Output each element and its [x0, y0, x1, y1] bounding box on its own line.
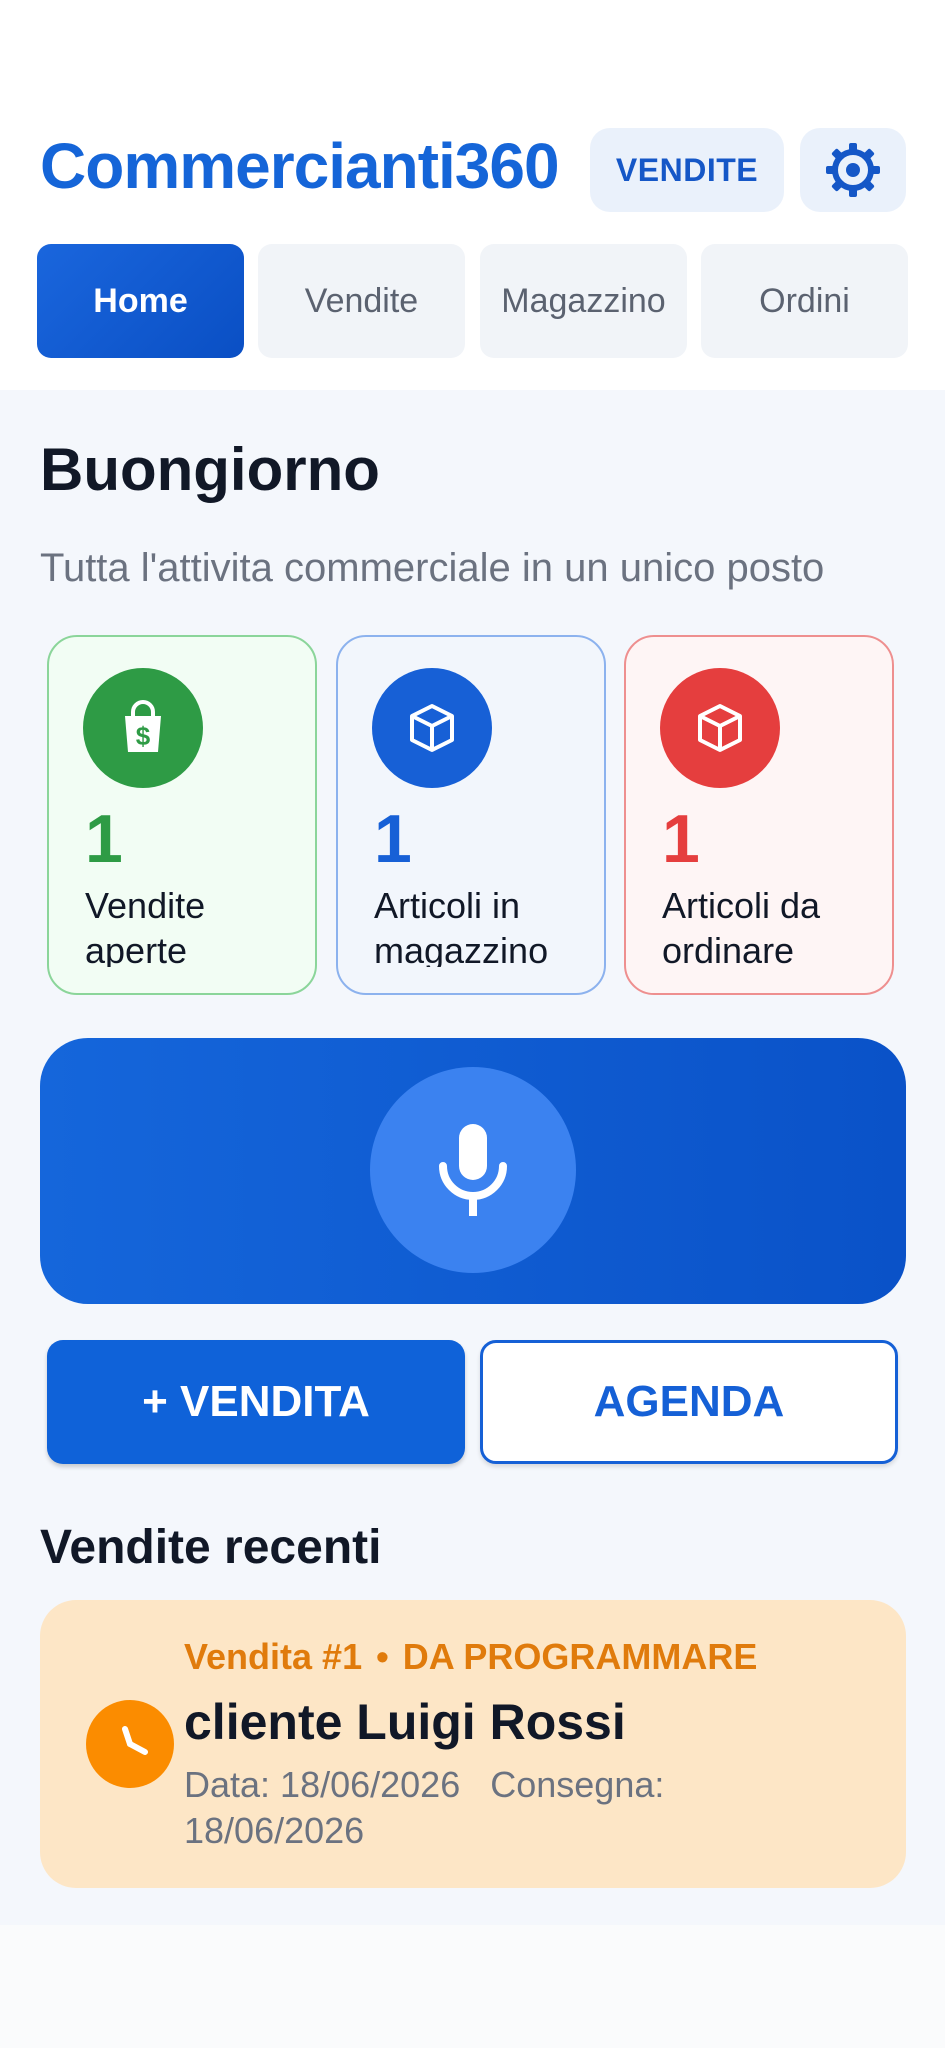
app-header: Commercianti360 VENDITE Home Vendite Mag… — [0, 0, 945, 390]
stat-card-open-sales[interactable]: $ 1 Vendite aperte — [47, 635, 317, 995]
settings-button[interactable] — [800, 128, 906, 212]
box-icon — [660, 668, 780, 788]
separator-dot: • — [376, 1636, 389, 1677]
microphone-button[interactable] — [370, 1067, 576, 1273]
voice-input-panel[interactable] — [40, 1038, 906, 1304]
stat-card-to-order[interactable]: 1 Articoli da ordinare — [624, 635, 894, 995]
tab-ordini[interactable]: Ordini — [701, 244, 908, 358]
stat-label: Articoli da ordinare — [662, 885, 821, 967]
bottom-spacer — [0, 1925, 945, 2048]
sale-date: Data: 18/06/2026 — [184, 1764, 461, 1805]
sale-client: cliente Luigi Rossi — [184, 1694, 626, 1750]
tab-vendite[interactable]: Vendite — [258, 244, 465, 358]
sale-meta: Vendita #1 • DA PROGRAMMARE — [184, 1634, 757, 1680]
sale-number: Vendita #1 — [184, 1636, 363, 1677]
sale-status: DA PROGRAMMARE — [402, 1636, 758, 1677]
greeting-title: Buongiorno — [40, 436, 380, 503]
greeting-subtitle: Tutta l'attivita commerciale in un unico… — [40, 546, 825, 590]
tab-magazzino[interactable]: Magazzino — [480, 244, 687, 358]
agenda-button[interactable]: AGENDA — [480, 1340, 898, 1464]
gear-icon — [826, 143, 880, 197]
stat-value: 1 — [662, 801, 700, 877]
shopping-bag-dollar-icon: $ — [83, 668, 203, 788]
new-sale-button[interactable]: + VENDITA — [47, 1340, 465, 1464]
sale-list-item[interactable]: Vendita #1 • DA PROGRAMMARE cliente Luigi … — [40, 1600, 906, 1888]
stat-label: Vendite aperte — [85, 885, 206, 967]
tab-home[interactable]: Home — [37, 244, 244, 358]
mode-button[interactable]: VENDITE — [590, 128, 784, 212]
stat-value: 1 — [85, 801, 123, 877]
sale-dates: Data: 18/06/2026 Consegna: 18/06/2026 — [184, 1762, 744, 1854]
box-icon — [372, 668, 492, 788]
stat-card-stock-items[interactable]: 1 Articoli in magazzino — [336, 635, 606, 995]
recent-sales-title: Vendite recenti — [40, 1521, 382, 1574]
stat-label: Articoli in magazzino — [374, 885, 549, 967]
app-title: Commercianti360 — [40, 130, 560, 202]
svg-text:$: $ — [136, 721, 151, 751]
microphone-icon — [439, 1124, 507, 1216]
stat-value: 1 — [374, 801, 412, 877]
clock-icon — [86, 1700, 174, 1788]
